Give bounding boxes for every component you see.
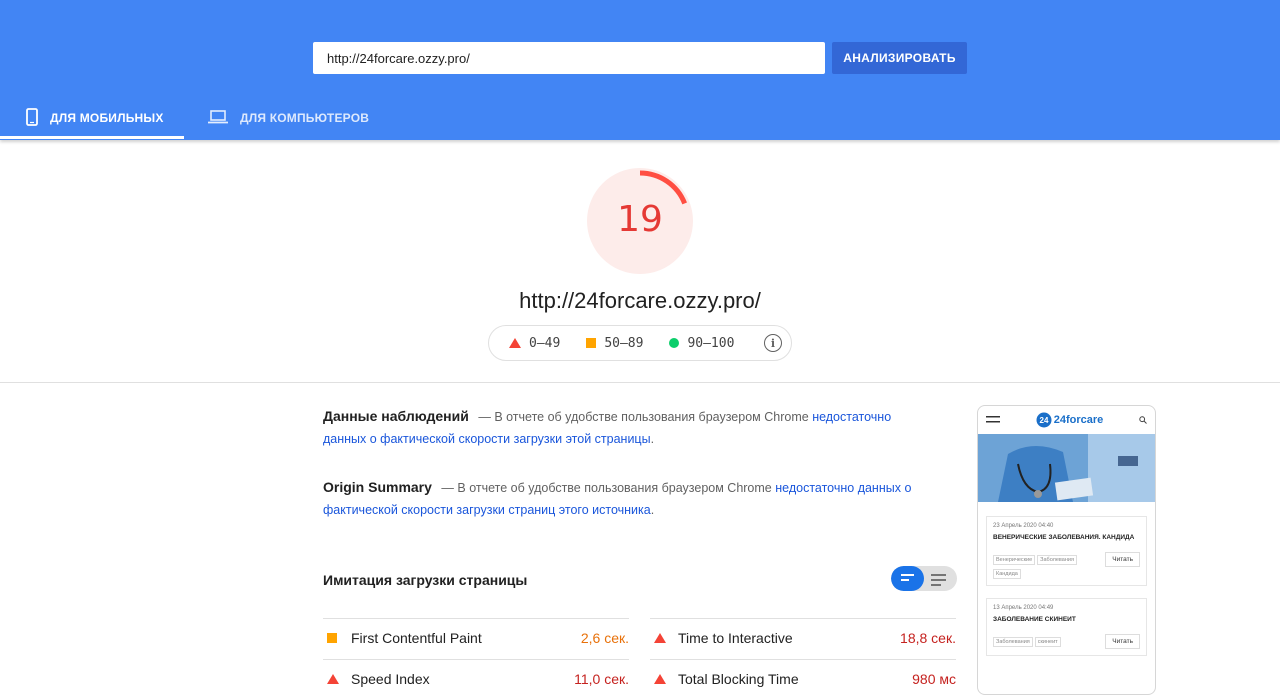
post-tags: Венерические Заболевания Читать Кандида xyxy=(993,552,1140,579)
metric-fcp: First Contentful Paint 2,6 сек. xyxy=(323,618,629,658)
analyze-button[interactable]: АНАЛИЗИРОВАТЬ xyxy=(832,42,967,74)
preview-post-card: 13 Апрель 2020 04:49 ЗАБОЛЕВАНИЕ СКИНЕИТ… xyxy=(986,598,1147,656)
performance-score: 19 xyxy=(617,199,663,240)
origin-summary-end: . xyxy=(650,503,655,517)
metric-name: Time to Interactive xyxy=(678,630,793,646)
triangle-icon xyxy=(327,674,347,684)
metric-tti: Time to Interactive 18,8 сек. xyxy=(650,618,956,658)
triangle-icon xyxy=(654,674,674,684)
analyzed-url: http://24forcare.ozzy.pro/ xyxy=(519,288,761,313)
metric-name: First Contentful Paint xyxy=(351,630,482,646)
field-data-section: Данные наблюдений — В отчете об удобстве… xyxy=(323,405,923,450)
legend-pass: 90–100 xyxy=(669,336,734,351)
metric-value: 18,8 сек. xyxy=(900,630,956,646)
url-input[interactable] xyxy=(313,42,825,74)
preview-header: 24 24forcare xyxy=(978,406,1155,434)
origin-summary-section: Origin Summary — В отчете об удобстве по… xyxy=(323,476,923,521)
legend-pass-range: 90–100 xyxy=(687,335,735,351)
legend-average: 50–89 xyxy=(586,336,643,351)
doctor-image xyxy=(978,434,1155,502)
page-screenshot-preview: 24 24forcare 23 Апрель 2020 04:40 ВЕНЕРИ… xyxy=(977,405,1156,695)
legend-fail: 0–49 xyxy=(509,336,560,351)
post-title: ЗАБОЛЕВАНИЕ СКИНЕИТ xyxy=(993,616,1076,623)
field-data-title: Данные наблюдений xyxy=(323,408,469,424)
legend-fail-range: 0–49 xyxy=(529,335,561,351)
preview-post-card: 23 Апрель 2020 04:40 ВЕНЕРИЧЕСКИЕ ЗАБОЛЕ… xyxy=(986,516,1147,586)
laptop-icon xyxy=(208,109,228,127)
metrics-view-toggle[interactable] xyxy=(891,566,957,591)
active-tab-indicator xyxy=(0,136,184,139)
metric-value: 2,6 сек. xyxy=(580,630,629,646)
top-bar: АНАЛИЗИРОВАТЬ ДЛЯ МОБИЛЬНЫХ ДЛЯ КОМПЬЮТЕ… xyxy=(0,0,1280,140)
origin-summary-text: — В отчете об удобстве пользования брауз… xyxy=(441,481,772,495)
post-tag: скинеит xyxy=(1034,636,1061,647)
info-icon[interactable]: i xyxy=(764,334,782,352)
origin-summary-title: Origin Summary xyxy=(323,479,432,495)
smartphone-icon xyxy=(26,107,38,129)
read-button: Читать xyxy=(1105,552,1140,567)
search-icon xyxy=(1139,411,1147,429)
tab-mobile[interactable]: ДЛЯ МОБИЛЬНЫХ xyxy=(0,96,184,140)
post-tag: Венерические xyxy=(993,554,1036,565)
legend-average-range: 50–89 xyxy=(604,335,644,351)
tab-desktop[interactable]: ДЛЯ КОМПЬЮТЕРОВ xyxy=(184,96,384,140)
metric-value: 11,0 сек. xyxy=(574,671,629,687)
section-divider xyxy=(0,382,1280,383)
post-tag: Кандида xyxy=(993,569,1021,579)
circle-icon xyxy=(669,338,680,348)
logo-badge-icon: 24 xyxy=(1036,412,1052,428)
post-title: ВЕНЕРИЧЕСКИЕ ЗАБОЛЕВАНИЯ. КАНДИДА xyxy=(993,534,1135,541)
field-data-text: — В отчете об удобстве пользования брауз… xyxy=(478,410,809,424)
score-legend: 0–49 50–89 90–100 i xyxy=(488,325,792,361)
post-tag: Заболевания xyxy=(1037,554,1077,565)
post-tag: Заболевания xyxy=(993,636,1033,647)
metric-tbt: Total Blocking Time 980 мс xyxy=(650,659,956,699)
metric-name: Speed Index xyxy=(351,671,430,687)
expanded-list-icon xyxy=(931,574,946,589)
square-icon xyxy=(586,338,597,348)
read-button: Читать xyxy=(1105,634,1140,649)
square-icon xyxy=(327,633,347,643)
hamburger-menu-icon xyxy=(986,411,1000,429)
triangle-icon xyxy=(509,338,521,348)
triangle-icon xyxy=(654,633,674,643)
tab-mobile-label: ДЛЯ МОБИЛЬНЫХ xyxy=(50,111,164,125)
metric-speed-index: Speed Index 11,0 сек. xyxy=(323,659,629,699)
compact-list-icon xyxy=(901,574,914,584)
metric-name: Total Blocking Time xyxy=(678,671,799,687)
preview-logo-text: 24forcare xyxy=(1053,414,1104,426)
metric-value: 980 мс xyxy=(912,671,956,687)
post-date: 13 Апрель 2020 04:49 xyxy=(993,605,1054,611)
lab-data-title: Имитация загрузки страницы xyxy=(323,572,528,588)
post-date: 23 Апрель 2020 04:40 xyxy=(993,523,1054,529)
tab-desktop-label: ДЛЯ КОМПЬЮТЕРОВ xyxy=(240,111,370,125)
svg-text:24: 24 xyxy=(1039,416,1048,425)
field-data-end: . xyxy=(650,432,655,446)
post-tags: Заболевания скинеит Читать xyxy=(993,634,1140,649)
preview-logo: 24 24forcare xyxy=(1036,412,1104,428)
preview-hero-image xyxy=(978,434,1155,502)
